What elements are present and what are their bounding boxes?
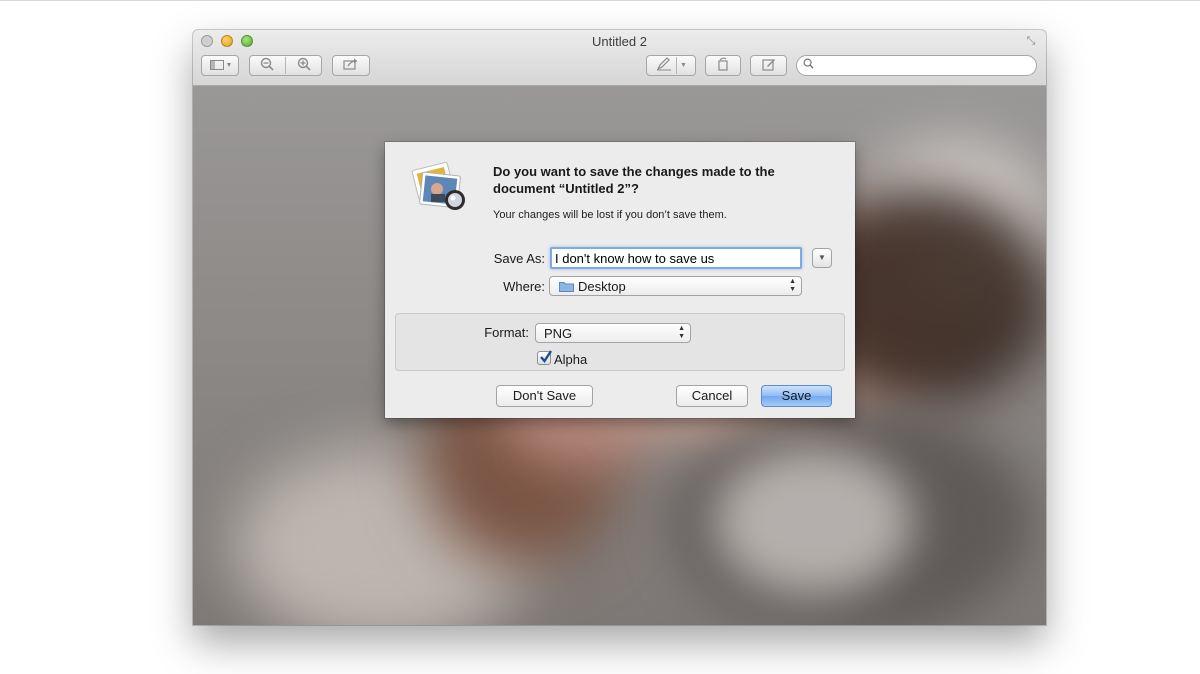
alpha-checkbox[interactable] — [537, 350, 553, 365]
where-value: Desktop — [578, 279, 626, 294]
preview-app-icon — [411, 162, 465, 210]
sidebar-view-button[interactable]: ▼ — [201, 55, 239, 76]
pen-icon — [655, 57, 673, 74]
screen-top-border — [0, 0, 1200, 1]
dialog-subtitle: Your changes will be lost if you don’t s… — [493, 209, 727, 221]
window-title: Untitled 2 — [592, 34, 647, 49]
chevron-down-icon: ▼ — [818, 253, 826, 262]
fullscreen-icon[interactable]: ⤡ — [1024, 34, 1038, 48]
dont-save-button[interactable]: Don't Save — [496, 385, 593, 407]
updown-arrows-icon: ▲ ▼ — [678, 325, 685, 340]
zoom-out-icon[interactable] — [258, 57, 276, 74]
share-button[interactable] — [332, 55, 370, 76]
chevron-down-icon: ▼ — [680, 62, 687, 69]
format-label: Format: — [484, 325, 529, 340]
expand-dialog-button[interactable]: ▼ — [812, 248, 832, 268]
sidebar-icon — [208, 59, 226, 73]
save-changes-dialog: Do you want to save the changes made to … — [385, 142, 855, 418]
save-as-label: Save As: — [493, 251, 545, 266]
alpha-label: Alpha — [554, 352, 588, 367]
rotate-button[interactable] — [705, 55, 741, 76]
save-as-field[interactable] — [550, 247, 802, 269]
dialog-title: Do you want to save the changes made to … — [493, 164, 775, 196]
format-popup[interactable]: PNG ▲ ▼ — [535, 323, 691, 343]
search-input[interactable] — [819, 57, 1033, 76]
search-icon — [803, 58, 814, 69]
chevron-down-icon: ▼ — [225, 62, 233, 69]
annotate-icon — [760, 57, 778, 74]
folder-icon — [559, 282, 574, 292]
share-icon — [342, 58, 360, 73]
checkmark-icon — [540, 350, 553, 363]
toolbar-divider — [285, 57, 286, 74]
updown-arrows-icon: ▲ ▼ — [789, 278, 796, 293]
toolbar-divider — [676, 57, 678, 74]
format-value: PNG — [544, 326, 573, 341]
annotate-button[interactable] — [750, 55, 787, 76]
title-bar: Untitled 2 ⤡ ▼ ▼ — [193, 30, 1046, 86]
preview-window: Untitled 2 ⤡ ▼ ▼ Do you want to save the… — [193, 30, 1046, 625]
zoom-in-icon[interactable] — [295, 57, 313, 74]
markup-button[interactable]: ▼ — [646, 55, 696, 76]
where-popup[interactable]: Desktop ▲ ▼ — [549, 276, 802, 296]
zoom-button-group — [249, 55, 322, 76]
document-image: Do you want to save the changes made to … — [193, 86, 1046, 625]
save-button[interactable]: Save — [761, 385, 832, 407]
search-field[interactable] — [796, 55, 1037, 76]
cancel-button[interactable]: Cancel — [676, 385, 748, 407]
rotate-icon — [714, 57, 732, 74]
where-label: Where: — [503, 279, 545, 294]
